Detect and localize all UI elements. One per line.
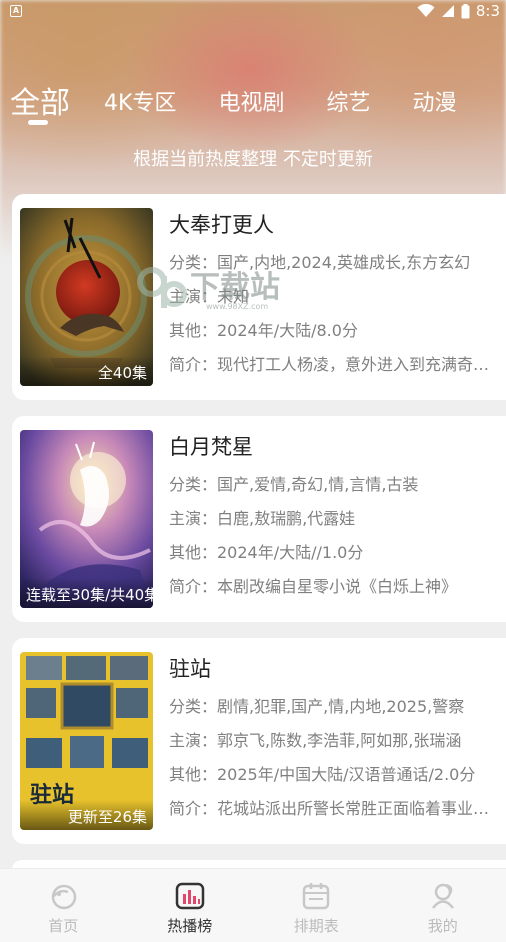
tab-4k[interactable]: 4K专区 (104, 84, 176, 124)
signal-icon (441, 5, 454, 17)
episode-badge: 连载至30集/共40集 (20, 578, 153, 608)
episode-badge: 更新至26集 (20, 800, 153, 830)
item-title[interactable]: 白月梵星 (169, 430, 504, 464)
wifi-icon (417, 4, 435, 17)
episode-badge: 全40集 (20, 356, 153, 386)
tab-variety[interactable]: 综艺 (326, 84, 370, 124)
notification-icon: A (10, 5, 22, 17)
chart-icon (175, 882, 204, 910)
tab-anime[interactable]: 动漫 (412, 84, 456, 124)
item-cast: 主演：郭京飞,陈数,李浩菲,阿如那,张瑞涵 (169, 731, 462, 750)
poster-image[interactable]: 全40集 (20, 208, 153, 386)
item-intro: 简介：现代打工人杨凌，意外进入到充满奇幻色彩的世界 (169, 355, 504, 374)
item-category: 分类：国产,内地,2024,英雄成长,东方玄幻 (169, 253, 471, 272)
item-other: 其他：2024年/大陆/8.0分 (169, 321, 358, 340)
item-title[interactable]: 大奉打更人 (169, 208, 504, 242)
item-other: 其他：2024年/大陆//1.0分 (169, 543, 364, 562)
battery-icon (461, 3, 470, 18)
nav-hot-ranking-label: 热播榜 (167, 917, 213, 935)
nav-schedule[interactable]: 排期表 (266, 869, 366, 942)
list-item[interactable]: 连载至30集/共40集 白月梵星 分类：国产,爱情,奇幻,情,言情,古装 主演：… (12, 416, 506, 622)
list-item[interactable]: 驻站 更新至26集 驻站 分类：剧情,犯罪,国产,情,内地,2025,警察 主演… (12, 638, 506, 844)
item-intro: 简介：花城站派出所警长常胜正面临着事业危机 (169, 799, 504, 818)
calendar-icon (303, 883, 330, 910)
item-category: 分类：国产,爱情,奇幻,情,言情,古装 (169, 475, 419, 494)
tab-tv-series[interactable]: 电视剧 (218, 84, 284, 124)
nav-home[interactable]: 首页 (13, 869, 113, 942)
ranking-subtitle: 根据当前热度整理 不定时更新 (133, 149, 373, 170)
item-other: 其他：2025年/中国大陆/汉语普通话/2.0分 (169, 765, 476, 784)
home-icon (52, 884, 77, 910)
active-tab-indicator (28, 120, 48, 125)
item-category: 分类：剧情,犯罪,国产,情,内地,2025,警察 (169, 697, 465, 716)
status-bar: A 8:3 (0, 0, 506, 22)
nav-hot-ranking[interactable]: 热播榜 (140, 869, 240, 942)
nav-home-label: 首页 (48, 917, 79, 935)
nav-profile[interactable]: 我的 (393, 869, 493, 942)
nav-profile-label: 我的 (427, 917, 458, 935)
bottom-navigation: 首页 热播榜 排期表 我的 (0, 868, 506, 942)
poster-image[interactable]: 驻站 更新至26集 (20, 652, 153, 830)
list-item[interactable]: 全40集 大奉打更人 分类：国产,内地,2024,英雄成长,东方玄幻 主演：未知… (12, 194, 506, 400)
poster-image[interactable]: 连载至30集/共40集 (20, 430, 153, 608)
item-cast: 主演：白鹿,敖瑞鹏,代露娃 (169, 509, 356, 528)
nav-schedule-label: 排期表 (293, 917, 339, 935)
status-time: 8:3 (475, 2, 500, 20)
item-intro: 简介：本剧改编自星零小说《白烁上神》 (169, 577, 458, 596)
item-title[interactable]: 驻站 (169, 652, 504, 686)
category-tabs: 全部 4K专区 电视剧 综艺 动漫 (0, 74, 506, 124)
profile-icon (431, 883, 454, 909)
item-cast: 主演：未知 (169, 287, 250, 306)
tab-all[interactable]: 全部 (10, 84, 70, 124)
